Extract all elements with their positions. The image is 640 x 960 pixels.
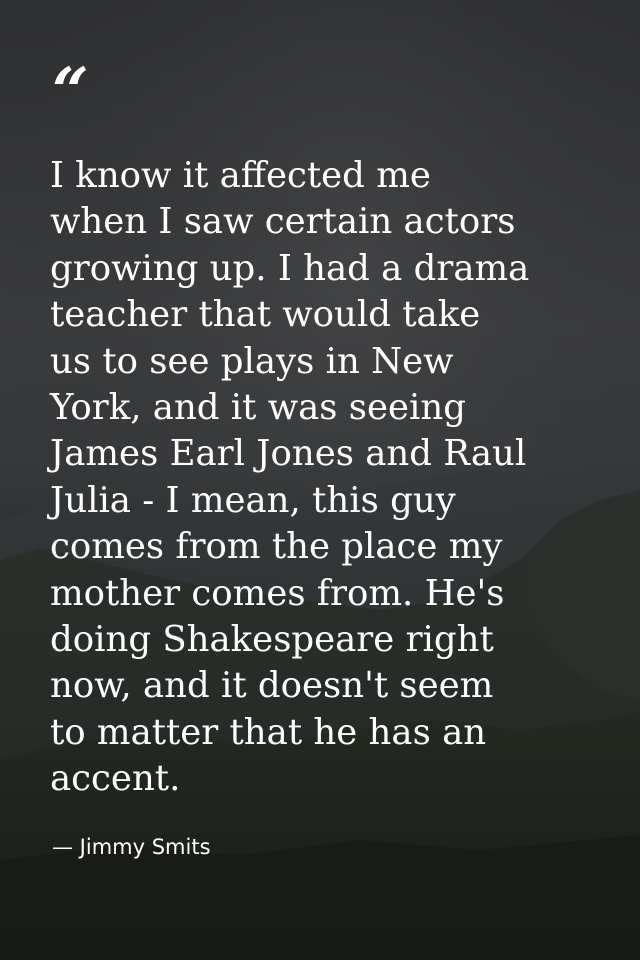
quote-card: “ I know it affected me when I saw certa… (0, 0, 640, 960)
quotation-mark-icon: “ (52, 54, 89, 129)
quote-text: I know it affected me when I saw certain… (50, 155, 530, 800)
quote-attribution: — Jimmy Smits (52, 835, 211, 859)
